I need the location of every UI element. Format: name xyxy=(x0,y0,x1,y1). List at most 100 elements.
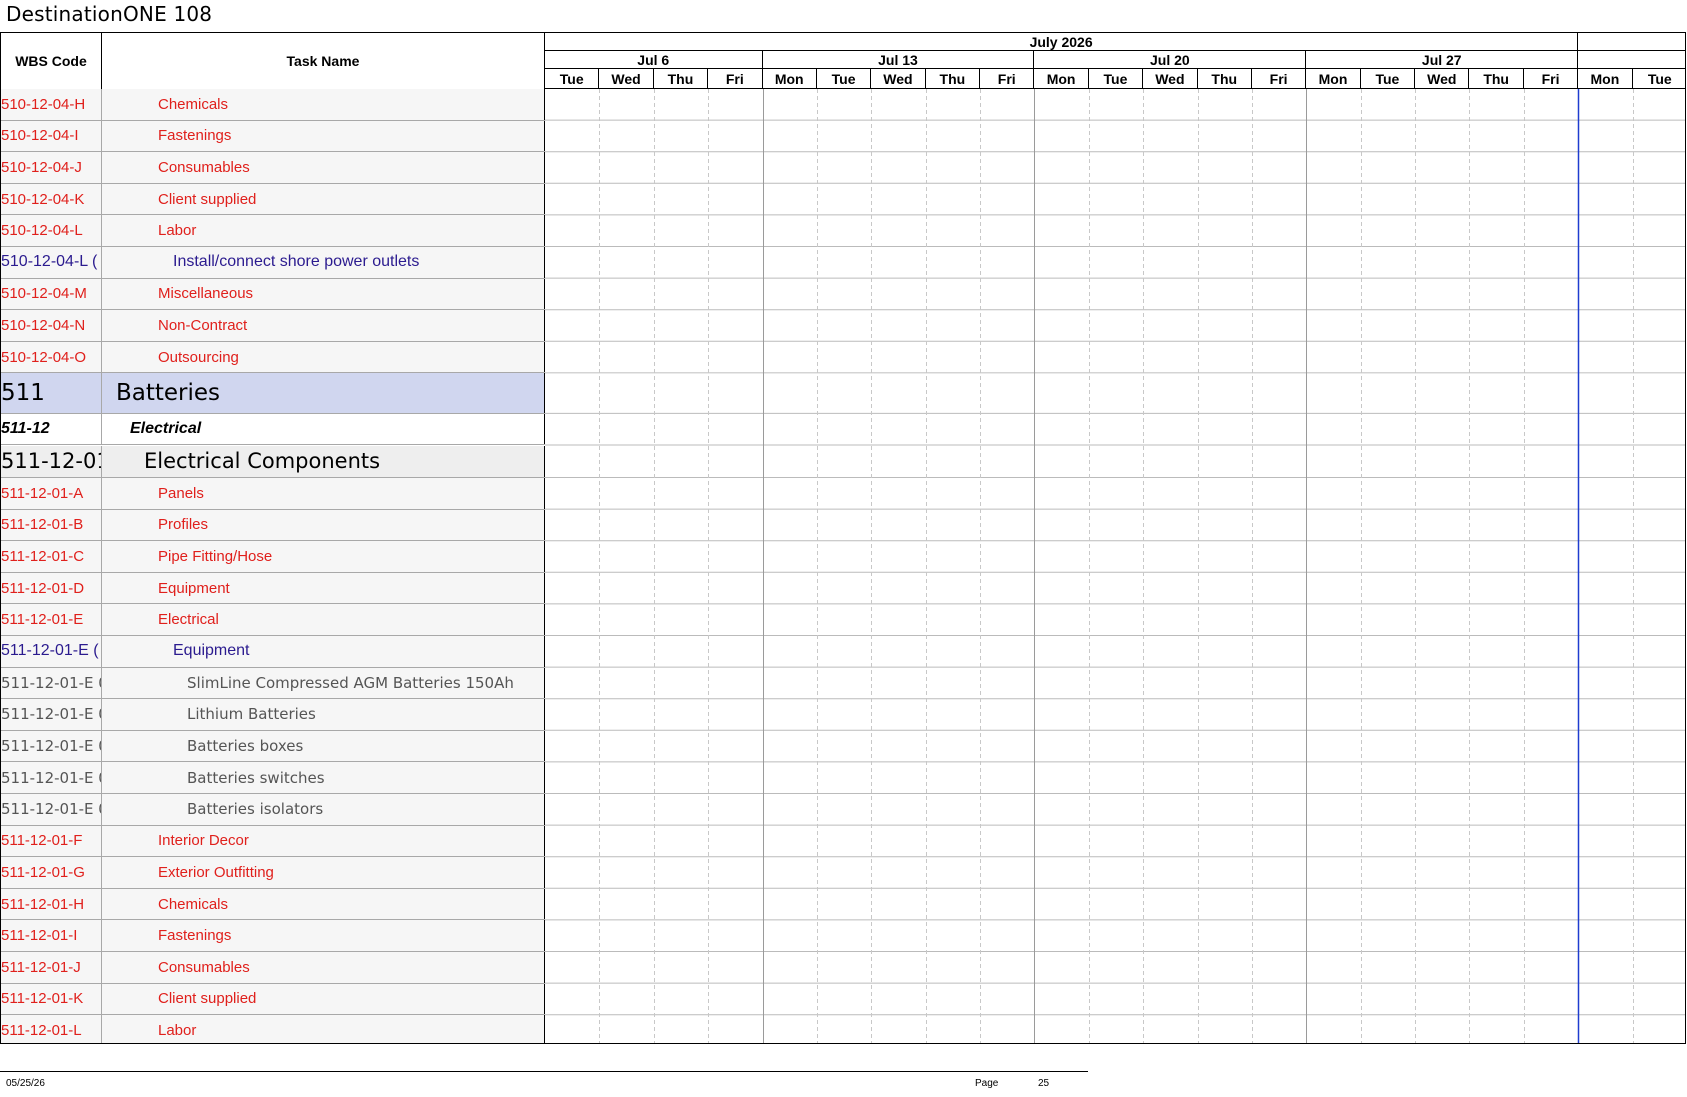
task-name-cell[interactable]: Batteries isolators xyxy=(102,794,545,825)
wbs-code-cell[interactable]: 510-12-04-L ( xyxy=(1,247,102,278)
task-row[interactable]: 511-12-01-C Pipe Fitting/Hose xyxy=(1,541,545,573)
task-name-cell[interactable]: Electrical xyxy=(102,604,545,635)
task-row[interactable]: 511-12-01-D Equipment xyxy=(1,572,545,605)
task-row[interactable]: 511-12-01-E Electrical xyxy=(1,604,545,636)
task-name-cell[interactable]: Batteries boxes xyxy=(102,730,545,762)
wbs-code-cell[interactable]: 510-12-04-H xyxy=(1,89,102,120)
task-name-cell[interactable]: Consumables xyxy=(102,952,545,983)
task-row[interactable]: 511-12-01-L Labor xyxy=(1,1015,545,1043)
task-name-cell[interactable]: Labor xyxy=(102,215,545,246)
task-row[interactable]: 511-12-01-E (Equipment xyxy=(1,636,545,668)
task-name-cell[interactable]: Fastenings xyxy=(102,120,545,152)
task-row[interactable]: 510-12-04-H Chemicals xyxy=(1,89,545,121)
task-row[interactable]: 510-12-04-I Fastenings xyxy=(1,120,545,153)
task-name-cell[interactable]: Client supplied xyxy=(102,983,545,1015)
task-row[interactable]: 511-12-01-I Fastenings xyxy=(1,920,545,952)
task-row[interactable]: 511-12-01-A Panels xyxy=(1,478,545,510)
wbs-code-cell[interactable]: 511-12-01-F xyxy=(1,825,102,857)
gantt-grid[interactable] xyxy=(545,89,1686,1044)
task-name-cell[interactable]: Client supplied xyxy=(102,183,545,215)
wbs-code-cell[interactable]: 510-12-04-N xyxy=(1,310,102,341)
task-name-cell[interactable]: Consumables xyxy=(102,152,545,183)
task-row[interactable]: 511-12 Electrical xyxy=(1,413,545,446)
task-name-cell[interactable]: Miscellaneous xyxy=(102,278,545,310)
wbs-code-cell[interactable]: 511 xyxy=(1,373,102,413)
task-row[interactable]: 510-12-04-J Consumables xyxy=(1,152,545,184)
wbs-code-cell[interactable]: 511-12-01-A xyxy=(1,478,102,509)
task-row[interactable]: 510-12-04-L (Install/connect shore power… xyxy=(1,247,545,279)
task-row[interactable]: 510-12-04-N Non-Contract xyxy=(1,310,545,342)
timescale-day: Wed xyxy=(871,69,926,89)
task-row[interactable]: 511-12-01-E 0 Lithium Batteries xyxy=(1,699,545,731)
wbs-code-cell[interactable]: 511-12-01-E 0 xyxy=(1,730,102,762)
timescale-day: Tue xyxy=(1647,71,1672,87)
task-name-cell[interactable]: Electrical xyxy=(102,413,545,445)
task-row[interactable]: 511-12-01-E 0 Batteries isolators xyxy=(1,794,545,826)
task-row[interactable]: 510-12-04-L Labor xyxy=(1,215,545,247)
task-name-text: Outsourcing xyxy=(158,348,239,366)
task-row[interactable]: 511-12-01-K Client supplied xyxy=(1,983,545,1016)
task-name-cell[interactable]: Profiles xyxy=(102,509,545,541)
task-name-cell[interactable]: Outsourcing xyxy=(102,341,545,373)
task-name-cell[interactable]: Exterior Outfitting xyxy=(102,857,545,888)
task-row[interactable]: 511-12-01-E 0 Batteries switches xyxy=(1,762,545,794)
wbs-code-cell[interactable]: 511-12-01-G xyxy=(1,857,102,888)
wbs-code-cell[interactable]: 511-12-01-L xyxy=(1,1015,102,1043)
wbs-code-cell[interactable]: 511-12-01-D xyxy=(1,572,102,604)
wbs-code-cell[interactable]: 511-12-01 xyxy=(1,445,102,477)
task-name-cell[interactable]: Non-Contract xyxy=(102,310,545,341)
task-row[interactable]: 511-12-01-F Interior Decor xyxy=(1,825,545,858)
task-name-cell[interactable]: SlimLine Compressed AGM Batteries 150Ah xyxy=(102,667,545,699)
wbs-code-cell[interactable]: 511-12-01-J xyxy=(1,952,102,983)
task-name-cell[interactable]: Batteries switches xyxy=(102,762,545,793)
timescale-day: Wed xyxy=(599,69,654,89)
task-name-text: Profiles xyxy=(158,516,209,534)
task-name-cell[interactable]: Chemicals xyxy=(102,888,545,920)
task-name-cell[interactable]: Interior Decor xyxy=(102,825,545,857)
task-name-cell[interactable]: Pipe Fitting/Hose xyxy=(102,541,545,572)
task-row[interactable]: 511-12-01-G Exterior Outfitting xyxy=(1,857,545,889)
wbs-code-cell[interactable]: 511-12-01-E 0 xyxy=(1,762,102,793)
task-name-cell[interactable]: Equipment xyxy=(102,636,545,667)
task-name-cell[interactable]: Panels xyxy=(102,478,545,509)
task-row[interactable]: 510-12-04-K Client supplied xyxy=(1,183,545,216)
wbs-code-cell[interactable]: 511-12-01-E 0 xyxy=(1,699,102,730)
task-row[interactable]: 511-12-01-B Profiles xyxy=(1,509,545,542)
task-name-cell[interactable]: Install/connect shore power outlets xyxy=(102,247,545,278)
timescale-month-next xyxy=(1578,33,1685,51)
wbs-code-cell[interactable]: 511-12-01-C xyxy=(1,541,102,572)
task-row[interactable]: 510-12-04-O Outsourcing xyxy=(1,341,545,374)
wbs-code-cell[interactable]: 511-12-01-E 0 xyxy=(1,667,102,699)
task-row[interactable]: 511-12-01-J Consumables xyxy=(1,952,545,984)
wbs-code-cell[interactable]: 511-12-01-I xyxy=(1,920,102,951)
wbs-code-cell[interactable]: 511-12 xyxy=(1,413,102,445)
task-row[interactable]: 510-12-04-M Miscellaneous xyxy=(1,278,545,311)
task-name-cell[interactable]: Fastenings xyxy=(102,920,545,951)
task-name-cell[interactable]: Chemicals xyxy=(102,89,545,120)
task-row[interactable]: 511 Batteries xyxy=(1,373,545,414)
wbs-code-cell[interactable]: 510-12-04-J xyxy=(1,152,102,183)
wbs-code-cell[interactable]: 510-12-04-K xyxy=(1,183,102,215)
wbs-code-cell[interactable]: 511-12-01-B xyxy=(1,509,102,541)
wbs-code-cell[interactable]: 510-12-04-L xyxy=(1,215,102,246)
task-row[interactable]: 511-12-01-E 0 Batteries boxes xyxy=(1,730,545,763)
wbs-code-cell[interactable]: 510-12-04-M xyxy=(1,278,102,310)
wbs-code-cell[interactable]: 510-12-04-I xyxy=(1,120,102,152)
task-name-cell[interactable]: Electrical Components xyxy=(102,445,545,477)
task-name-cell[interactable]: Equipment xyxy=(102,572,545,604)
task-name-header[interactable]: Task Name xyxy=(102,33,545,89)
task-name-cell[interactable]: Lithium Batteries xyxy=(102,699,545,730)
wbs-code-cell[interactable]: 511-12-01-E 0 xyxy=(1,794,102,825)
task-name-cell[interactable]: Labor xyxy=(102,1015,545,1043)
task-row[interactable]: 511-12-01 Electrical Components xyxy=(1,445,545,478)
task-row[interactable]: 511-12-01-H Chemicals xyxy=(1,888,545,921)
task-row[interactable]: 511-12-01-E 0 SlimLine Compressed AGM Bat… xyxy=(1,667,545,700)
wbs-code-cell[interactable]: 511-12-01-H xyxy=(1,888,102,920)
wbs-code-cell[interactable]: 511-12-01-K xyxy=(1,983,102,1015)
task-name-text: Chemicals xyxy=(158,895,229,913)
wbs-code-header[interactable]: WBS Code xyxy=(1,33,102,89)
task-name-cell[interactable]: Batteries xyxy=(102,373,545,413)
wbs-code-cell[interactable]: 511-12-01-E xyxy=(1,604,102,635)
wbs-code-cell[interactable]: 510-12-04-O xyxy=(1,341,102,373)
wbs-code-cell[interactable]: 511-12-01-E ( xyxy=(1,636,102,667)
